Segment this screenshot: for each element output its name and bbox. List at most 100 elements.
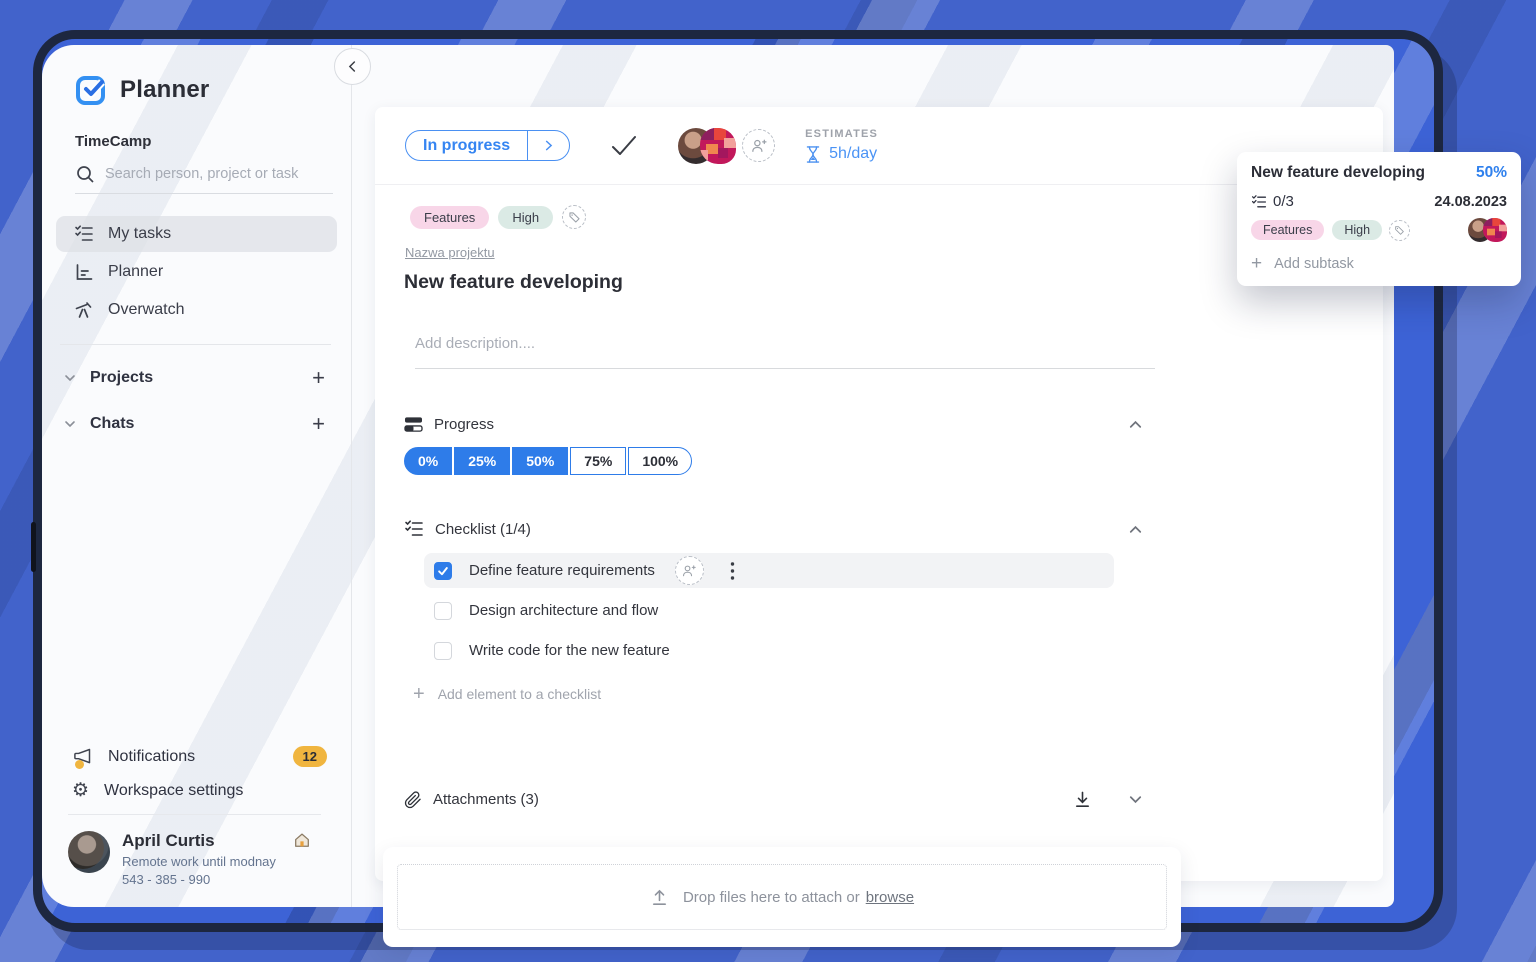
sidebar: Planner TimeCamp Search person, project … [42,45,352,907]
status-next-button[interactable] [527,131,569,160]
add-tag-button[interactable] [562,205,587,229]
estimate-value: 5h/day [829,145,878,162]
task-preview-card[interactable]: New feature developing 50% 0/3 24.08.202… [1237,152,1521,286]
sidebar-group-projects[interactable]: Projects + [62,355,325,401]
progress-section-header: Progress [404,415,1353,434]
status-button[interactable]: In progress [405,130,571,161]
sidebar-item-planner[interactable]: Planner [56,254,337,290]
attachments-dropzone-card: Drop files here to attach or browse [383,847,1181,947]
workspace-settings-item[interactable]: ⚙︎ Workspace settings [72,781,327,800]
plus-icon: + [413,683,425,705]
chevron-down-icon[interactable] [62,416,78,432]
checklist-section-label: Checklist (1/4) [435,520,531,538]
task-body: Features High Nazwa projektu New feature… [375,185,1383,947]
preview-progress: 50% [1475,164,1507,181]
app-window: Planner TimeCamp Search person, project … [33,30,1443,947]
browse-link[interactable]: browse [866,889,914,906]
attachments-section-header: Attachments (3) [404,790,1353,809]
sidebar-item-my-tasks[interactable]: My tasks [56,216,337,252]
menu-label: Overwatch [108,301,185,318]
checklist-icon [1251,194,1267,210]
paperclip-icon [404,790,422,809]
task-detail-panel: In progress ESTIMATES 5h/day Features Hi… [375,107,1383,947]
add-checklist-element-button[interactable]: + Add element to a checklist [413,684,1353,704]
sidebar-group-chats[interactable]: Chats + [62,401,325,447]
checkbox[interactable] [434,601,452,620]
plus-icon: + [1251,253,1263,274]
assign-checklist-item-button[interactable] [674,556,704,585]
download-all-button[interactable] [1073,790,1092,809]
progress-option-0[interactable]: 0% [404,447,453,475]
divider [68,814,321,815]
app-title: Planner [120,76,210,103]
status-label: In progress [423,136,511,154]
checkbox[interactable] [434,641,452,660]
checklist-item[interactable]: Write code for the new feature [424,633,1114,668]
preview-title: New feature developing [1251,164,1425,181]
preview-avatars [1410,218,1507,242]
workspace-name: TimeCamp [75,133,152,150]
profile-phone: 543 - 385 - 990 [122,872,211,887]
collapse-attachments-button[interactable] [1126,790,1145,809]
notifications-badge: 12 [292,746,327,767]
complete-task-button[interactable] [608,133,640,159]
assignee-avatar[interactable] [700,127,737,164]
hourglass-icon [805,145,821,164]
description-input[interactable]: Add description.... [415,335,1155,369]
preview-due-date: 24.08.2023 [1434,193,1507,210]
tag-high[interactable]: High [1332,220,1383,240]
group-label: Projects [90,369,154,386]
checklist-item[interactable]: Design architecture and flow [424,593,1114,628]
collapse-progress-button[interactable] [1126,415,1145,434]
collapse-checklist-button[interactable] [1126,520,1145,539]
checklist-item-label: Define feature requirements [469,562,655,579]
tag-features[interactable]: Features [1251,220,1325,240]
add-chat-button[interactable]: + [312,413,325,435]
planner-logo-icon [74,73,108,107]
task-title[interactable]: New feature developing [404,271,1353,294]
file-dropzone[interactable]: Drop files here to attach or browse [397,864,1167,930]
add-subtask-button[interactable]: + Add subtask [1251,254,1507,273]
project-link[interactable]: Nazwa projektu [405,245,495,260]
user-profile[interactable]: April Curtis Remote work until modnay 54… [68,831,329,887]
sidebar-item-overwatch[interactable]: Overwatch [56,292,337,328]
gear-icon: ⚙︎ [72,780,90,801]
search-input[interactable] [105,166,333,182]
tag-features[interactable]: Features [410,205,490,229]
collapse-sidebar-button[interactable] [334,48,371,85]
menu-label: Planner [108,263,164,280]
add-element-label: Add element to a checklist [437,686,602,702]
estimates-block[interactable]: ESTIMATES 5h/day [805,128,878,164]
checkbox[interactable] [434,561,452,580]
checklist-item-label: Design architecture and flow [469,602,659,619]
add-tag-button[interactable] [1389,219,1411,241]
item-menu-button[interactable] [730,561,735,581]
tag-high[interactable]: High [498,205,554,229]
upload-icon [650,888,669,907]
group-label: Chats [90,415,135,432]
divider [60,344,331,345]
search-icon [75,164,95,184]
progress-option-25[interactable]: 25% [454,447,511,475]
desktop-background: Planner TimeCamp Search person, project … [0,0,1536,962]
frame-notch [31,522,36,572]
progress-option-50[interactable]: 50% [512,447,569,475]
preview-checklist-count: 0/3 [1273,193,1294,210]
progress-selector: 0% 25% 50% 75% 100% [404,447,693,475]
attachments-section-label: Attachments (3) [433,791,539,808]
progress-option-100[interactable]: 100% [628,447,693,475]
task-header: In progress ESTIMATES 5h/day [375,107,1383,185]
telescope-icon [74,300,94,320]
add-project-button[interactable]: + [312,367,325,389]
profile-status: Remote work until modnay [122,854,276,869]
add-assignee-button[interactable] [742,129,776,162]
checklist-icon [404,519,424,539]
settings-label: Workspace settings [104,781,244,799]
checklist-item[interactable]: Define feature requirements [424,553,1114,588]
progress-section-label: Progress [434,416,495,433]
progress-option-75[interactable]: 75% [570,447,627,475]
timeline-icon [74,262,94,282]
chevron-down-icon[interactable] [62,370,78,386]
search-bar[interactable] [75,164,333,194]
notifications-item[interactable]: Notifications 12 [72,746,327,769]
